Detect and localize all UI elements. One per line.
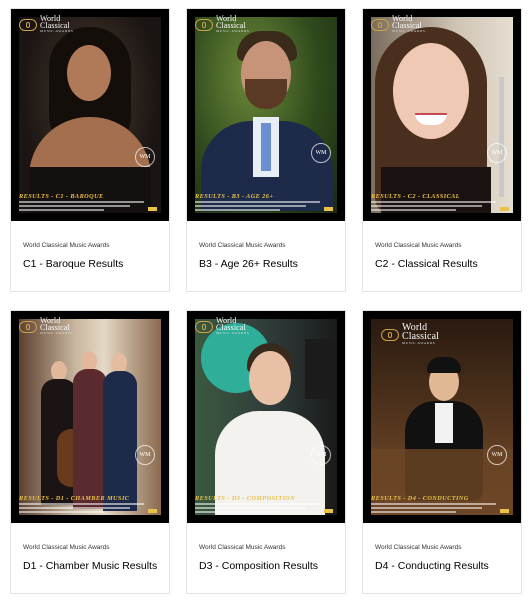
result-card-b3[interactable]: World Classical MUSIC AWARDS WM RESULTS - … (186, 8, 346, 292)
cover-result-title: RESULTS - C1 - BAROQUE (19, 193, 104, 200)
cover-image[interactable]: World Classical MUSIC AWARDS WM RESULTS - … (187, 9, 345, 221)
cover-image[interactable]: World Classical MUSIC AWARDS WM RESULTS - … (363, 311, 521, 523)
sign-shape (305, 339, 337, 399)
card-organization: World Classical Music Awards (23, 242, 110, 249)
cover-result-title: RESULTS - D4 - CONDUCTING (371, 495, 469, 502)
cover-banner: RESULTS - D3 - COMPOSITION (195, 495, 337, 513)
wcma-logo: World Classical MUSIC AWARDS (371, 15, 425, 34)
logo-mark-icon (195, 320, 213, 333)
portrait-photo (371, 17, 513, 213)
logo-mark-icon (19, 18, 37, 31)
cover-banner: RESULTS - C2 - CLASSICAL (371, 193, 513, 211)
wcma-logo: World Classical MUSIC AWARDS (195, 317, 249, 336)
award-seal-icon: WM (487, 445, 507, 465)
logo-line3: MUSIC AWARDS (40, 331, 74, 335)
face-shape (67, 45, 111, 101)
tie-shape (261, 123, 271, 171)
group-photo (19, 319, 161, 515)
dress-shape (73, 369, 107, 509)
logo-line2: Classical (40, 21, 70, 30)
face-shape (81, 351, 97, 371)
logo-line2: Classical (40, 323, 70, 332)
logo-line2: Classical (402, 331, 440, 342)
logo-line3: MUSIC AWARDS (40, 29, 74, 33)
cover-result-title: RESULTS - D1 - CHAMBER MUSIC (19, 495, 130, 502)
beard-shape (245, 79, 287, 109)
card-organization: World Classical Music Awards (199, 242, 286, 249)
result-card-d3[interactable]: World Classical MUSIC AWARDS WM RESULTS - … (186, 310, 346, 594)
result-card-d1[interactable]: World Classical MUSIC AWARDS WM RESULTS - … (10, 310, 170, 594)
face-shape (111, 353, 127, 373)
cover-image[interactable]: World Classical MUSIC AWARDS WM RESULTS - … (11, 311, 169, 523)
wcma-logo: World Classical MUSIC AWARDS (381, 323, 439, 346)
gold-stamp (148, 509, 157, 513)
cover-result-title: RESULTS - B3 - AGE 26+ (195, 193, 274, 200)
flute-shape (499, 77, 504, 197)
result-card-c2[interactable]: World Classical MUSIC AWARDS WM RESULTS - … (362, 8, 522, 292)
logo-mark-icon (19, 320, 37, 333)
dress-shape (103, 371, 137, 511)
wcma-logo: World Classical MUSIC AWARDS (195, 15, 249, 34)
logo-mark-icon (371, 18, 389, 31)
cover-result-title: RESULTS - D3 - COMPOSITION (195, 495, 296, 502)
wcma-logo: World Classical MUSIC AWARDS (19, 317, 73, 336)
portrait-photo (371, 319, 513, 515)
card-organization: World Classical Music Awards (23, 544, 110, 551)
logo-line3: MUSIC AWARDS (216, 331, 250, 335)
result-card-d4[interactable]: World Classical MUSIC AWARDS WM RESULTS - … (362, 310, 522, 594)
gold-stamp (324, 509, 333, 513)
logo-line3: MUSIC AWARDS (392, 29, 426, 33)
card-title-link[interactable]: D4 - Conducting Results (375, 560, 489, 572)
gold-stamp (500, 509, 509, 513)
logo-mark-icon (195, 18, 213, 31)
logo-mark-icon (381, 328, 399, 341)
cover-result-title: RESULTS - C2 - CLASSICAL (371, 193, 460, 200)
card-organization: World Classical Music Awards (375, 544, 462, 551)
gold-stamp (324, 207, 333, 211)
shirt-shape (435, 403, 453, 443)
logo-line2: Classical (216, 323, 246, 332)
card-title-link[interactable]: C1 - Baroque Results (23, 258, 123, 270)
award-seal-icon: WM (311, 143, 331, 163)
wcma-logo: World Classical MUSIC AWARDS (19, 15, 73, 34)
logo-line3: MUSIC AWARDS (402, 341, 436, 345)
logo-line2: Classical (216, 21, 246, 30)
cover-banner: RESULTS - B3 - AGE 26+ (195, 193, 337, 211)
cover-image[interactable]: World Classical MUSIC AWARDS WM RESULTS - … (187, 311, 345, 523)
result-card-c1[interactable]: World Classical MUSIC AWARDS WM RESULTS - … (10, 8, 170, 292)
award-seal-icon: WM (135, 445, 155, 465)
gold-stamp (500, 207, 509, 211)
logo-line2: Classical (392, 21, 422, 30)
face-shape (249, 351, 291, 405)
portrait-photo (19, 17, 161, 213)
cover-banner: RESULTS - D1 - CHAMBER MUSIC (19, 495, 161, 513)
award-seal-icon: WM (135, 147, 155, 167)
hair-shape (427, 357, 461, 373)
portrait-photo (195, 17, 337, 213)
card-title-link[interactable]: C2 - Classical Results (375, 258, 478, 270)
award-seal-icon: WM (487, 143, 507, 163)
cover-banner: RESULTS - C1 - BAROQUE (19, 193, 161, 211)
card-title-link[interactable]: D1 - Chamber Music Results (23, 560, 157, 572)
face-shape (51, 361, 67, 381)
card-title-link[interactable]: D3 - Composition Results (199, 560, 318, 572)
portrait-photo (195, 319, 337, 515)
card-organization: World Classical Music Awards (199, 544, 286, 551)
card-organization: World Classical Music Awards (375, 242, 462, 249)
logo-line3: MUSIC AWARDS (216, 29, 250, 33)
award-seal-icon: WM (311, 445, 331, 465)
cover-image[interactable]: World Classical MUSIC AWARDS WM RESULTS - … (363, 9, 521, 221)
card-title-link[interactable]: B3 - Age 26+ Results (199, 258, 298, 270)
cover-image[interactable]: World Classical MUSIC AWARDS WM RESULTS - … (11, 9, 169, 221)
gold-stamp (148, 207, 157, 211)
cover-banner: RESULTS - D4 - CONDUCTING (371, 495, 513, 513)
